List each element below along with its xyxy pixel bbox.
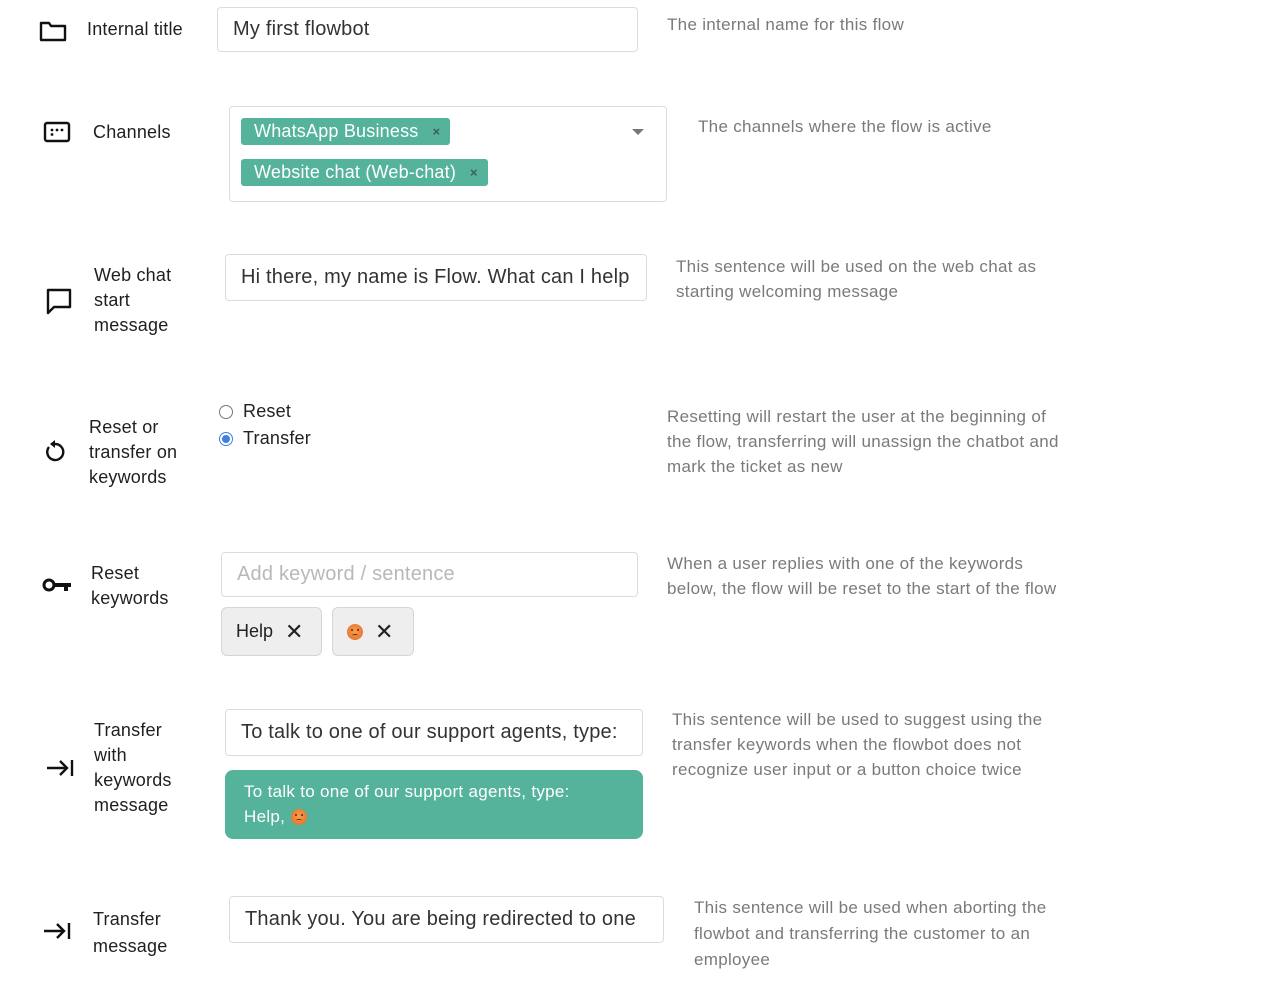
angry-face-emoji-icon <box>347 623 363 640</box>
channel-chip-label: WhatsApp Business <box>254 121 419 141</box>
label-line: keywords <box>89 467 167 487</box>
channels-label: Channels <box>93 122 171 142</box>
chevron-down-icon[interactable] <box>632 129 644 135</box>
help-line: recognize user input or a button choice … <box>672 760 1022 779</box>
transfer-message-field[interactable] <box>245 908 648 931</box>
keyword-chip-help: Help ✕ <box>221 607 322 656</box>
transfer-message-label: Transfer message <box>93 906 167 960</box>
help-line: When a user replies with one of the keyw… <box>667 554 1024 573</box>
preview-line: Help, <box>244 804 624 829</box>
remove-channel-webchat-button[interactable]: × <box>470 165 478 180</box>
radio-button[interactable] <box>219 404 233 419</box>
help-line: This sentence will be used to suggest us… <box>672 710 1043 729</box>
preview-text: Help, <box>244 807 286 826</box>
help-line: This sentence will be used when aborting… <box>694 898 1047 917</box>
internal-title-help: The internal name for this flow <box>667 15 905 34</box>
remove-channel-whatsapp-button[interactable]: × <box>432 124 440 139</box>
internal-title-label: Internal title <box>87 19 183 39</box>
transfer-arrow-icon <box>44 756 76 780</box>
help-line: flowbot and transferring the customer to… <box>694 924 1031 943</box>
key-icon <box>41 574 73 596</box>
radio-option-reset[interactable]: Reset <box>219 401 291 422</box>
transfer-keywords-label: Transfer with keywords message <box>94 718 172 818</box>
help-line: This sentence will be used on the web ch… <box>676 257 1037 276</box>
keyword-chip-label: Help <box>236 621 274 641</box>
label-line: Transfer <box>94 720 162 740</box>
help-line: below, the flow will be reset to the sta… <box>667 579 1057 598</box>
transfer-keywords-help: This sentence will be used to suggest us… <box>672 707 1042 782</box>
transfer-keywords-input[interactable] <box>225 709 643 756</box>
radio-button-selected[interactable] <box>219 431 233 446</box>
label-line: with <box>94 745 127 765</box>
reset-keywords-help: When a user replies with one of the keyw… <box>667 551 1056 601</box>
label-line: message <box>93 936 168 956</box>
add-keyword-field[interactable] <box>237 563 622 586</box>
transfer-message-help: This sentence will be used when aborting… <box>694 895 1046 973</box>
channels-icon <box>42 118 72 146</box>
remove-keyword-button[interactable]: ✕ <box>285 619 303 645</box>
help-line: transfer keywords when the flowbot does … <box>672 735 1022 754</box>
label-line: keywords <box>91 588 169 608</box>
transfer-message-input[interactable] <box>229 896 664 943</box>
internal-title-input[interactable] <box>217 7 638 52</box>
folder-icon <box>38 18 68 44</box>
transfer-keywords-field[interactable] <box>241 721 627 744</box>
preview-line: To talk to one of our support agents, ty… <box>244 782 570 801</box>
help-line: Resetting will restart the user at the b… <box>667 407 1047 426</box>
transfer-arrow-icon <box>41 919 73 943</box>
web-chat-start-input[interactable] <box>225 254 647 301</box>
help-line: the flow, transferring will unassign the… <box>667 432 1059 451</box>
radio-label: Reset <box>243 401 292 421</box>
web-chat-start-help: This sentence will be used on the web ch… <box>676 254 1036 304</box>
reset-keywords-label: Reset keywords <box>91 561 169 611</box>
channel-chip-label: Website chat (Web-chat) <box>254 162 457 182</box>
remove-keyword-button[interactable]: ✕ <box>375 619 393 645</box>
message-preview-bubble: To talk to one of our support agents, ty… <box>225 770 643 839</box>
help-line: starting welcoming message <box>676 282 899 301</box>
channels-help: The channels where the flow is active <box>698 117 992 136</box>
label-line: Reset <box>91 563 140 583</box>
chat-bubble-icon <box>44 286 74 316</box>
web-chat-start-label: Web chat start message <box>94 263 171 338</box>
help-line: employee <box>694 950 771 969</box>
angry-face-emoji-icon <box>291 808 308 825</box>
channel-chip-whatsapp: WhatsApp Business × <box>241 118 451 145</box>
add-keyword-input[interactable] <box>221 552 638 597</box>
channel-chip-webchat: Website chat (Web-chat) × <box>241 159 488 186</box>
reset-or-transfer-label: Reset or transfer on keywords <box>89 415 177 490</box>
radio-option-transfer[interactable]: Transfer <box>219 428 311 449</box>
label-line: start <box>94 290 131 310</box>
keyword-chip-emoji: ✕ <box>332 607 414 656</box>
radio-label: Transfer <box>243 428 311 448</box>
reset-or-transfer-help: Resetting will restart the user at the b… <box>667 404 1059 479</box>
internal-title-field[interactable] <box>233 18 622 41</box>
label-line: Web chat <box>94 265 172 285</box>
help-line: mark the ticket as new <box>667 457 843 476</box>
label-line: message <box>94 795 169 815</box>
label-line: keywords <box>94 770 172 790</box>
label-line: message <box>94 315 169 335</box>
label-line: transfer on <box>89 442 178 462</box>
reset-icon <box>41 438 69 466</box>
web-chat-start-field[interactable] <box>241 266 631 289</box>
label-line: Reset or <box>89 417 159 437</box>
label-line: Transfer <box>93 909 161 929</box>
